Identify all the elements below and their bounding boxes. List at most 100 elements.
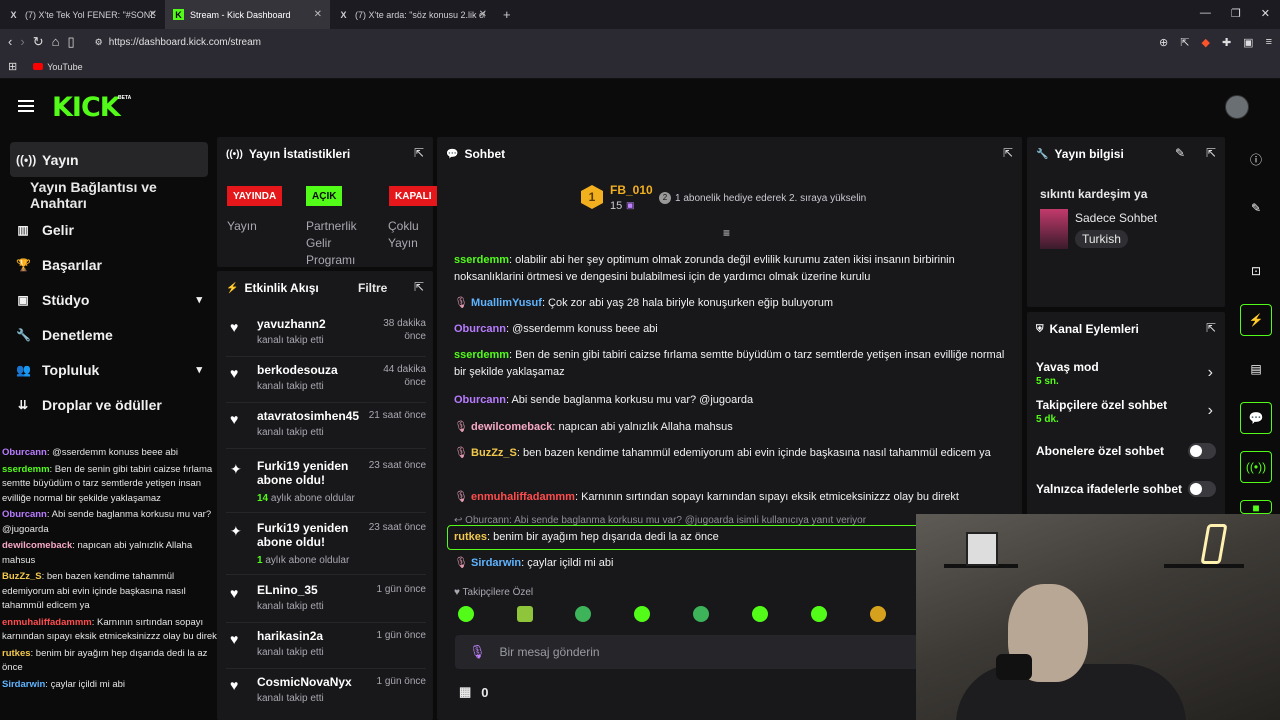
popout-icon[interactable]: ⇱ — [1003, 146, 1013, 160]
multistream-badge: KAPALI — [389, 186, 438, 206]
menu-icon[interactable]: ≡ — [1266, 36, 1272, 48]
activity-sub: 1 aylık abone oldular — [257, 555, 349, 566]
webcam-picture-frame — [966, 532, 998, 566]
chevron-right-icon[interactable]: › — [1208, 364, 1213, 382]
chat-username[interactable]: enmuhaliffadammm — [471, 491, 575, 503]
chat-message-input[interactable]: 🎙 Bir mesaj gönderin — [455, 635, 925, 669]
chat-username[interactable]: rutkes — [454, 531, 487, 543]
pencil-icon[interactable]: ✎ — [1240, 192, 1272, 224]
pinned-indicator-icon[interactable]: ≡ — [723, 226, 730, 240]
lightning-button-icon[interactable]: ⚡ — [1240, 304, 1272, 336]
chat-username[interactable]: rutkes — [2, 648, 31, 659]
microphone-icon[interactable]: 🎙 — [469, 644, 486, 660]
close-tab-icon[interactable]: ✕ — [479, 9, 487, 20]
chat-username[interactable]: sserdemm — [454, 254, 509, 266]
sidebar-item-denetleme[interactable]: 🔧 Denetleme — [10, 317, 208, 352]
sidebar-item-basarilar[interactable]: 🏆 Başarılar — [10, 247, 208, 282]
browser-tab-3[interactable]: X (7) X'te arda: "söz konusu 2.lik oldu … — [330, 0, 495, 29]
hamburger-menu-icon[interactable] — [18, 100, 34, 112]
sidebar-item-yayin[interactable]: ((•)) Yayın — [10, 142, 208, 177]
popout-icon[interactable]: ⇱ — [414, 146, 424, 160]
category-name[interactable]: Sadece Sohbet — [1075, 211, 1157, 225]
chat-message: sserdemm: Ben de senin gibi tabiri caizs… — [454, 347, 1014, 381]
url-field[interactable]: ⚙ https://dashboard.kick.com/stream — [89, 32, 1009, 52]
browser-tab-2[interactable]: K Stream - Kick Dashboard ✕ — [165, 0, 330, 29]
close-window-icon[interactable]: ✕ — [1261, 7, 1270, 20]
user-avatar[interactable] — [1225, 95, 1249, 119]
home-icon[interactable]: ⌂ — [52, 34, 60, 50]
chat-text: : çaylar içildi mi abi — [521, 557, 614, 569]
minimize-icon[interactable]: — — [1200, 7, 1211, 20]
emote-icon[interactable] — [517, 606, 533, 622]
chat-username[interactable]: Sirdarwin — [2, 679, 45, 690]
chat-username[interactable]: sserdemm — [454, 349, 509, 361]
filter-button[interactable]: Filtre — [358, 281, 387, 295]
emote-icon[interactable] — [693, 606, 709, 622]
emote-icon[interactable] — [870, 606, 886, 622]
chat-username[interactable]: dewilcomeback — [471, 421, 552, 433]
chat-button-icon[interactable]: 💬 — [1240, 402, 1272, 434]
chat-username[interactable]: Sirdarwin — [471, 557, 521, 569]
popout-icon[interactable]: ⇱ — [414, 280, 424, 294]
popout-icon[interactable]: ⇱ — [1206, 146, 1216, 160]
bookmark-icon[interactable]: ▯ — [67, 34, 74, 50]
forward-icon[interactable]: › — [20, 34, 24, 50]
chat-username[interactable]: Oburcann — [2, 447, 47, 458]
activity-name: berkodesouza — [257, 363, 338, 377]
emote-icon[interactable] — [575, 606, 591, 622]
chat-username[interactable]: MuallimYusuf — [471, 297, 542, 309]
new-tab-icon[interactable]: + — [503, 7, 511, 22]
sidebar-item-stream-key[interactable]: Yayın Bağlantısı ve Anahtarı — [10, 177, 208, 212]
emote-icon[interactable] — [811, 606, 827, 622]
emote-icon[interactable] — [634, 606, 650, 622]
chat-username[interactable]: enmuhaliffadammm — [2, 617, 92, 628]
reload-icon[interactable]: ↻ — [33, 34, 44, 50]
brave-shield-icon[interactable]: ◆ — [1201, 36, 1209, 49]
video-button-icon[interactable]: ■ — [1240, 500, 1272, 514]
broadcast-button-icon[interactable]: ((•)) — [1240, 451, 1272, 483]
store-icon: ▦ — [459, 684, 472, 699]
subscribers-only-toggle[interactable] — [1188, 443, 1216, 459]
top-gifter[interactable]: 1 FB_010 15 ▣ 2 1 abonelik hediye ederek… — [581, 183, 881, 217]
crop-icon[interactable]: ⊡ — [1240, 255, 1272, 287]
emotes-only-toggle[interactable] — [1188, 481, 1216, 497]
sidebar-item-studyo[interactable]: ▣ Stüdyo ▾ — [10, 282, 208, 317]
chat-username[interactable]: BuzZz_S — [471, 447, 517, 459]
close-tab-icon[interactable]: ✕ — [314, 9, 322, 20]
emote-icon[interactable] — [458, 606, 474, 622]
share-icon[interactable]: ⇱ — [1180, 36, 1189, 49]
chat-username[interactable]: dewilcomeback — [2, 540, 72, 551]
emote-icon[interactable] — [752, 606, 768, 622]
zoom-icon[interactable]: ⊕ — [1159, 36, 1168, 49]
back-icon[interactable]: ‹ — [8, 34, 12, 50]
site-info-icon[interactable]: ⚙ — [95, 37, 103, 48]
apps-grid-icon[interactable]: ⊞ — [8, 60, 17, 73]
chat-text: : @sserdemm konuss beee abi — [505, 323, 658, 335]
chat-username[interactable]: BuzZz_S — [2, 571, 42, 582]
sidebar-item-topluluk[interactable]: 👥 Topluluk ▾ — [10, 352, 208, 387]
browser-tab-1[interactable]: X (7) X'te Tek Yol FENER: "#SONDAKİKA...… — [0, 0, 165, 29]
chat-username[interactable]: Oburcann — [454, 323, 506, 335]
chat-username[interactable]: Oburcann — [454, 394, 506, 406]
extensions-icon[interactable]: ✚ — [1222, 36, 1231, 49]
document-icon[interactable]: ▤ — [1240, 353, 1272, 385]
close-tab-icon[interactable]: ✕ — [149, 9, 157, 20]
sidebar-toggle-icon[interactable]: ▣ — [1243, 36, 1253, 49]
edit-icon[interactable]: ✎ — [1175, 146, 1185, 160]
popout-icon[interactable]: ⇱ — [1206, 321, 1216, 335]
bookmark-youtube[interactable]: YouTube — [33, 62, 83, 72]
chat-username[interactable]: sserdemm — [2, 464, 50, 475]
info-icon[interactable]: ⓘ — [1240, 143, 1272, 175]
chat-username[interactable]: Oburcann — [2, 509, 47, 520]
sidebar-item-label: Stüdyo — [42, 291, 90, 308]
sidebar-item-droplar[interactable]: ⇊ Droplar ve ödüller — [10, 387, 208, 422]
multistream-label: Çoklu Yayın — [388, 219, 419, 250]
slow-mode-value: 5 sn. — [1036, 376, 1059, 387]
kick-logo[interactable]: KICK — [52, 92, 121, 123]
channel-points[interactable]: ▦ 0 — [459, 684, 489, 700]
sidebar-item-label: Gelir — [42, 221, 74, 238]
activity-sub: kanalı takip etti — [257, 427, 324, 438]
chevron-right-icon[interactable]: › — [1208, 402, 1213, 420]
maximize-icon[interactable]: ❐ — [1231, 7, 1241, 20]
sidebar-item-gelir[interactable]: ▥ Gelir — [10, 212, 208, 247]
